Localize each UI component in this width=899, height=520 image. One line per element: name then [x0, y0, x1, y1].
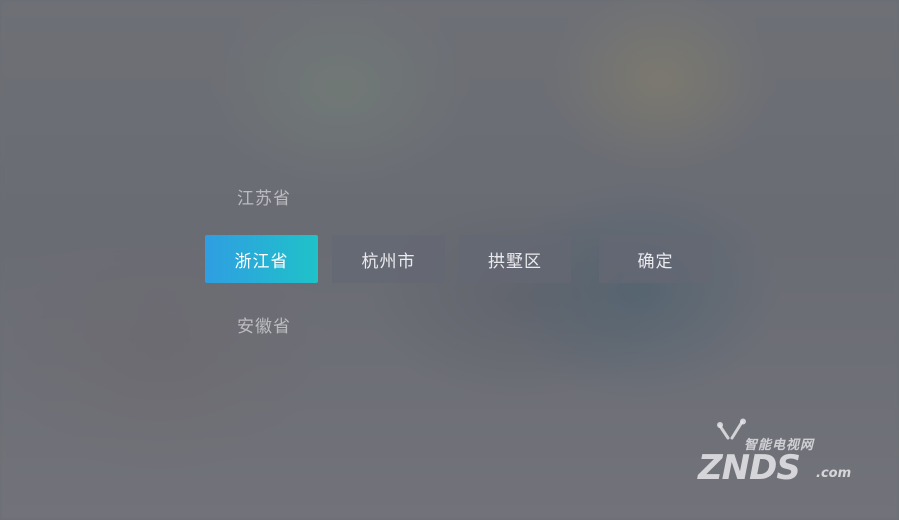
confirm-button[interactable]: 确定: [599, 235, 712, 283]
watermark-domain-text: .com: [816, 466, 852, 481]
district-selector[interactable]: 拱墅区: [459, 235, 571, 283]
province-selector[interactable]: 浙江省: [205, 235, 318, 283]
city-selector[interactable]: 杭州市: [332, 235, 445, 283]
province-option-next[interactable]: 安徽省: [237, 312, 291, 337]
znds-watermark-logo: 智能电视网 ZNDS .com: [688, 418, 858, 488]
watermark-en-text: ZNDS: [698, 448, 801, 488]
province-option-previous[interactable]: 江苏省: [237, 184, 291, 209]
